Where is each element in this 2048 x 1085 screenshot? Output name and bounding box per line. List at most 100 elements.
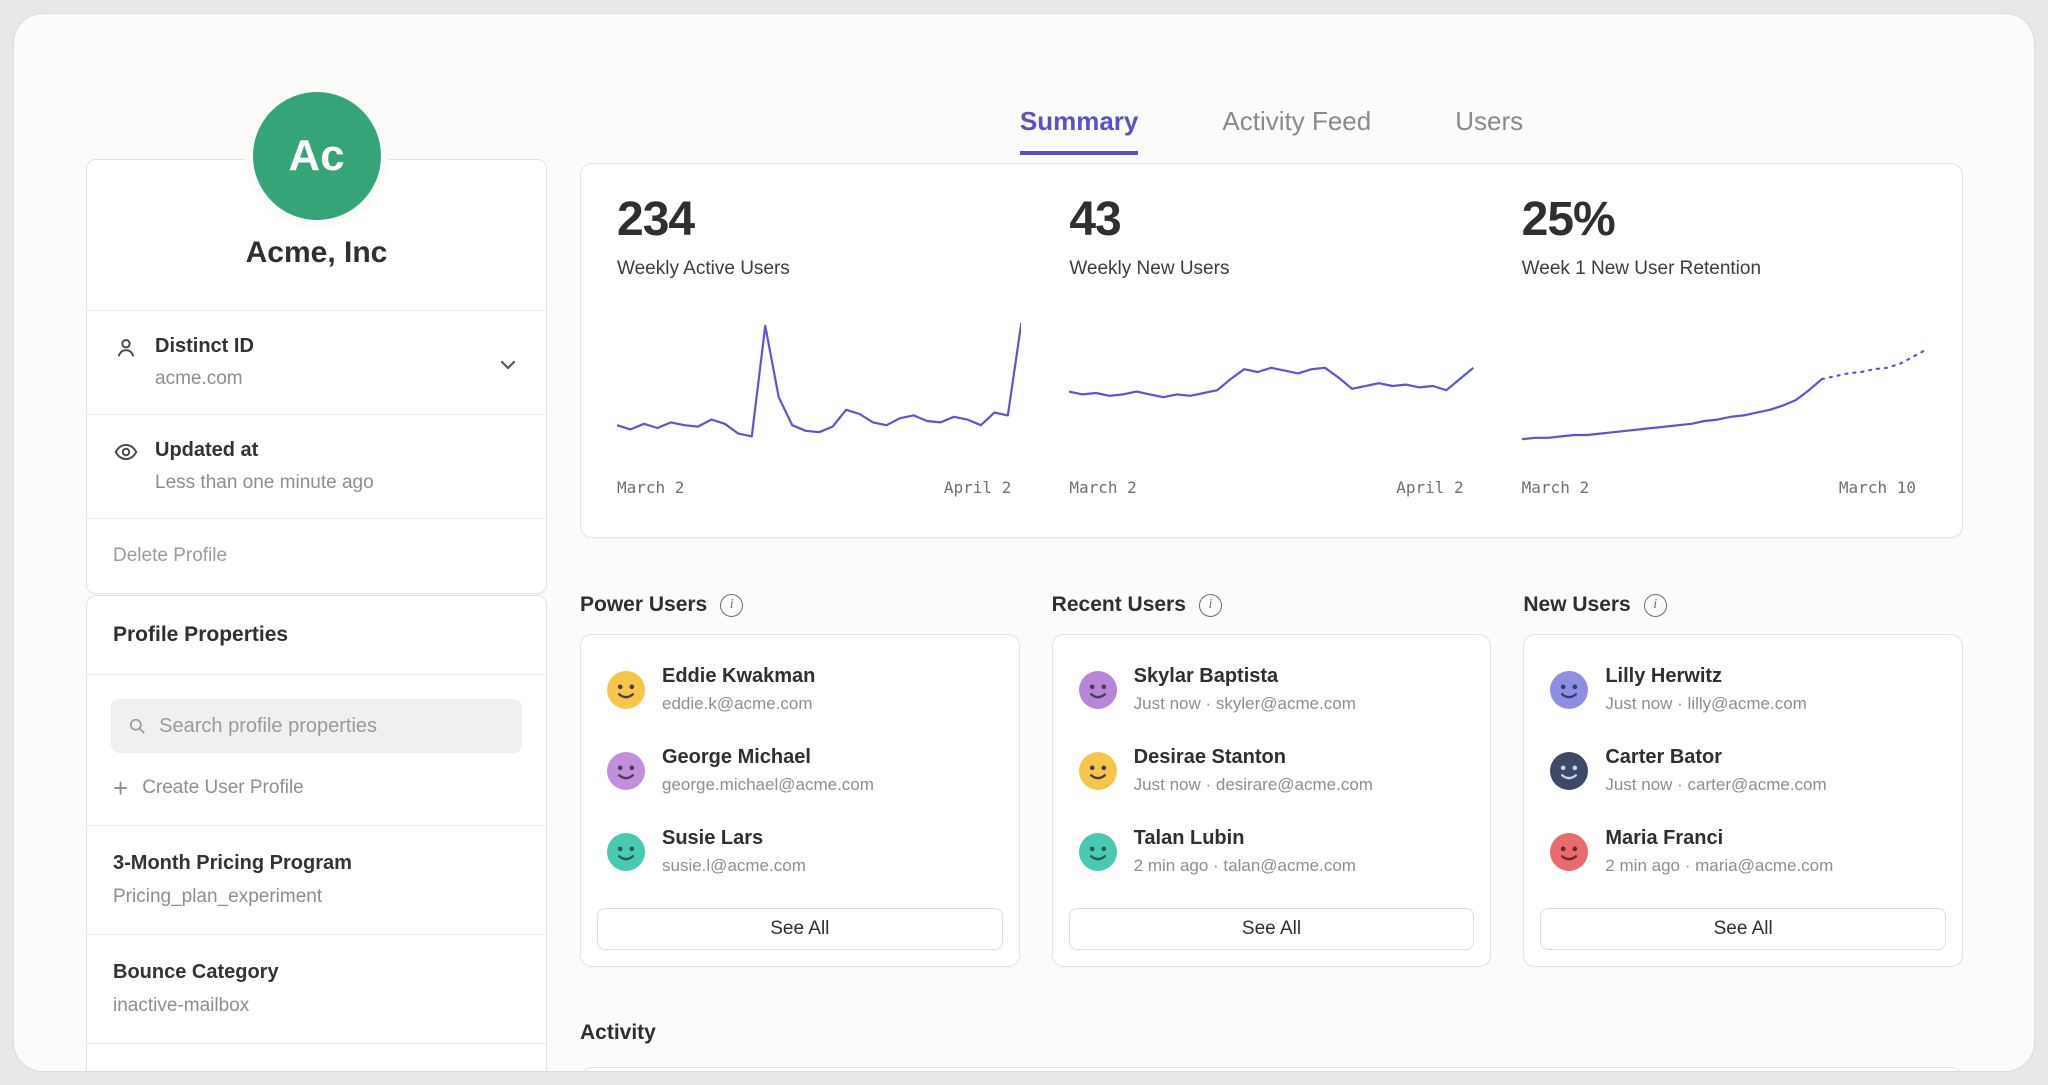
activity-card: 234 940 3.4k <box>580 1067 1963 1072</box>
search-icon <box>127 715 147 737</box>
activity-title: Activity <box>580 1021 1963 1045</box>
user-row[interactable]: Skylar Baptista Just now · skyler@acme.c… <box>1069 665 1475 714</box>
property-name: 3-Month Pricing Program <box>113 852 520 875</box>
user-avatar <box>1079 833 1117 871</box>
retention-chart <box>1522 306 1926 466</box>
property-value: inactive-mailbox <box>113 995 520 1017</box>
profile-properties-search[interactable] <box>111 699 522 753</box>
axis-start-label: March 2 <box>1069 478 1136 497</box>
chart-x-axis: March 2 April 2 <box>1069 478 1473 497</box>
identity-card: Acme, Inc Distinct ID acme.com <box>86 159 547 594</box>
user-meta: george.michael@acme.com <box>662 775 874 795</box>
weekly-new-users-stat: 43 Weekly New Users March 2 April 2 <box>1069 196 1473 497</box>
new-users-title: New Users <box>1523 593 1630 617</box>
user-row[interactable]: Carter Bator Just now · carter@acme.com <box>1540 746 1946 795</box>
axis-end-label: April 2 <box>944 478 1011 497</box>
user-name: Susie Lars <box>662 827 806 850</box>
retention-label: Week 1 New User Retention <box>1522 258 1926 280</box>
weekly-new-users-label: Weekly New Users <box>1069 258 1473 280</box>
distinct-id-value: acme.com <box>155 368 254 390</box>
weekly-active-users-stat: 234 Weekly Active Users March 2 April 2 <box>617 196 1021 497</box>
person-icon <box>113 335 139 361</box>
profile-properties-title: Profile Properties <box>87 596 546 675</box>
user-avatar <box>607 752 645 790</box>
create-user-profile-label: Create User Profile <box>142 777 304 799</box>
chart-x-axis: March 2 March 10 <box>1522 478 1926 497</box>
axis-end-label: April 2 <box>1396 478 1463 497</box>
axis-end-label: March 10 <box>1839 478 1916 497</box>
property-row[interactable]: 3-Month Pricing Program Pricing_plan_exp… <box>87 825 546 934</box>
recent-users-title: Recent Users <box>1052 593 1186 617</box>
user-name: Carter Bator <box>1605 746 1826 769</box>
user-name: Desirae Stanton <box>1134 746 1373 769</box>
user-name: Eddie Kwakman <box>662 665 815 688</box>
property-name: Browser <box>113 1070 520 1072</box>
distinct-id-row[interactable]: Distinct ID acme.com <box>87 310 546 414</box>
user-name: Maria Franci <box>1605 827 1833 850</box>
user-meta: 2 min ago · maria@acme.com <box>1605 856 1833 876</box>
property-row[interactable]: Bounce Category inactive-mailbox <box>87 934 546 1043</box>
user-meta: Just now · desirare@acme.com <box>1134 775 1373 795</box>
tab-users[interactable]: Users <box>1455 106 1523 155</box>
user-row[interactable]: Eddie Kwakman eddie.k@acme.com <box>597 665 1003 714</box>
company-avatar: Ac <box>253 92 381 220</box>
recent-users-block: Recent Users i Skylar Ba <box>1052 592 1492 967</box>
weekly-active-users-chart <box>617 306 1021 466</box>
see-all-button[interactable]: See All <box>597 908 1003 950</box>
retention-number: 25% <box>1522 196 1926 244</box>
user-row[interactable]: Talan Lubin 2 min ago · talan@acme.com <box>1069 827 1475 876</box>
power-users-title: Power Users <box>580 593 707 617</box>
property-row[interactable]: Browser Chrome <box>87 1043 546 1072</box>
main-content: Summary Activity Feed Users 234 Weekly A… <box>580 14 1963 1072</box>
user-meta: Just now · lilly@acme.com <box>1605 694 1806 714</box>
user-meta: susie.l@acme.com <box>662 856 806 876</box>
summary-stats-card: 234 Weekly Active Users March 2 April 2 … <box>580 163 1963 538</box>
property-value: Pricing_plan_experiment <box>113 886 520 908</box>
property-name: Bounce Category <box>113 961 520 984</box>
profile-properties-card: Profile Properties + Create User Profile… <box>86 595 547 1072</box>
distinct-id-label: Distinct ID <box>155 335 254 358</box>
new-users-header: New Users i <box>1523 592 1963 618</box>
user-avatar <box>1550 671 1588 709</box>
user-avatar <box>1079 671 1117 709</box>
user-avatar <box>1079 752 1117 790</box>
company-name: Acme, Inc <box>87 236 546 310</box>
new-users-card: Lilly Herwitz Just now · lilly@acme.com <box>1523 634 1963 967</box>
weekly-active-users-label: Weekly Active Users <box>617 258 1021 280</box>
power-users-block: Power Users i Eddie Kwak <box>580 592 1020 967</box>
chevron-down-icon[interactable] <box>496 353 520 377</box>
user-name: Skylar Baptista <box>1134 665 1356 688</box>
user-meta: eddie.k@acme.com <box>662 694 815 714</box>
create-user-profile-button[interactable]: + Create User Profile <box>87 773 546 825</box>
user-lists-row: Power Users i Eddie Kwak <box>580 592 1963 967</box>
axis-start-label: March 2 <box>617 478 684 497</box>
user-row[interactable]: Lilly Herwitz Just now · lilly@acme.com <box>1540 665 1946 714</box>
user-row[interactable]: Maria Franci 2 min ago · maria@acme.com <box>1540 827 1946 876</box>
user-avatar <box>1550 752 1588 790</box>
user-row[interactable]: Desirae Stanton Just now · desirare@acme… <box>1069 746 1475 795</box>
user-avatar <box>1550 833 1588 871</box>
axis-start-label: March 2 <box>1522 478 1589 497</box>
delete-profile-button[interactable]: Delete Profile <box>87 518 546 593</box>
user-row[interactable]: George Michael george.michael@acme.com <box>597 746 1003 795</box>
chart-x-axis: March 2 April 2 <box>617 478 1021 497</box>
user-meta: Just now · skyler@acme.com <box>1134 694 1356 714</box>
tab-activity-feed[interactable]: Activity Feed <box>1222 106 1371 155</box>
user-row[interactable]: Susie Lars susie.l@acme.com <box>597 827 1003 876</box>
power-users-card: Eddie Kwakman eddie.k@acme.com <box>580 634 1020 967</box>
recent-users-header: Recent Users i <box>1052 592 1492 618</box>
weekly-new-users-number: 43 <box>1069 196 1473 244</box>
info-icon[interactable]: i <box>1199 594 1222 617</box>
retention-stat: 25% Week 1 New User Retention March 2 Ma… <box>1522 196 1926 497</box>
weekly-new-users-chart <box>1069 306 1473 466</box>
weekly-active-users-number: 234 <box>617 196 1021 244</box>
info-icon[interactable]: i <box>1644 594 1667 617</box>
see-all-button[interactable]: See All <box>1069 908 1475 950</box>
new-users-block: New Users i Lilly Herwit <box>1523 592 1963 967</box>
tab-summary[interactable]: Summary <box>1020 106 1139 155</box>
info-icon[interactable]: i <box>720 594 743 617</box>
see-all-button[interactable]: See All <box>1540 908 1946 950</box>
updated-at-row: Updated at Less than one minute ago <box>87 414 546 518</box>
search-input[interactable] <box>159 715 506 738</box>
user-avatar <box>607 671 645 709</box>
